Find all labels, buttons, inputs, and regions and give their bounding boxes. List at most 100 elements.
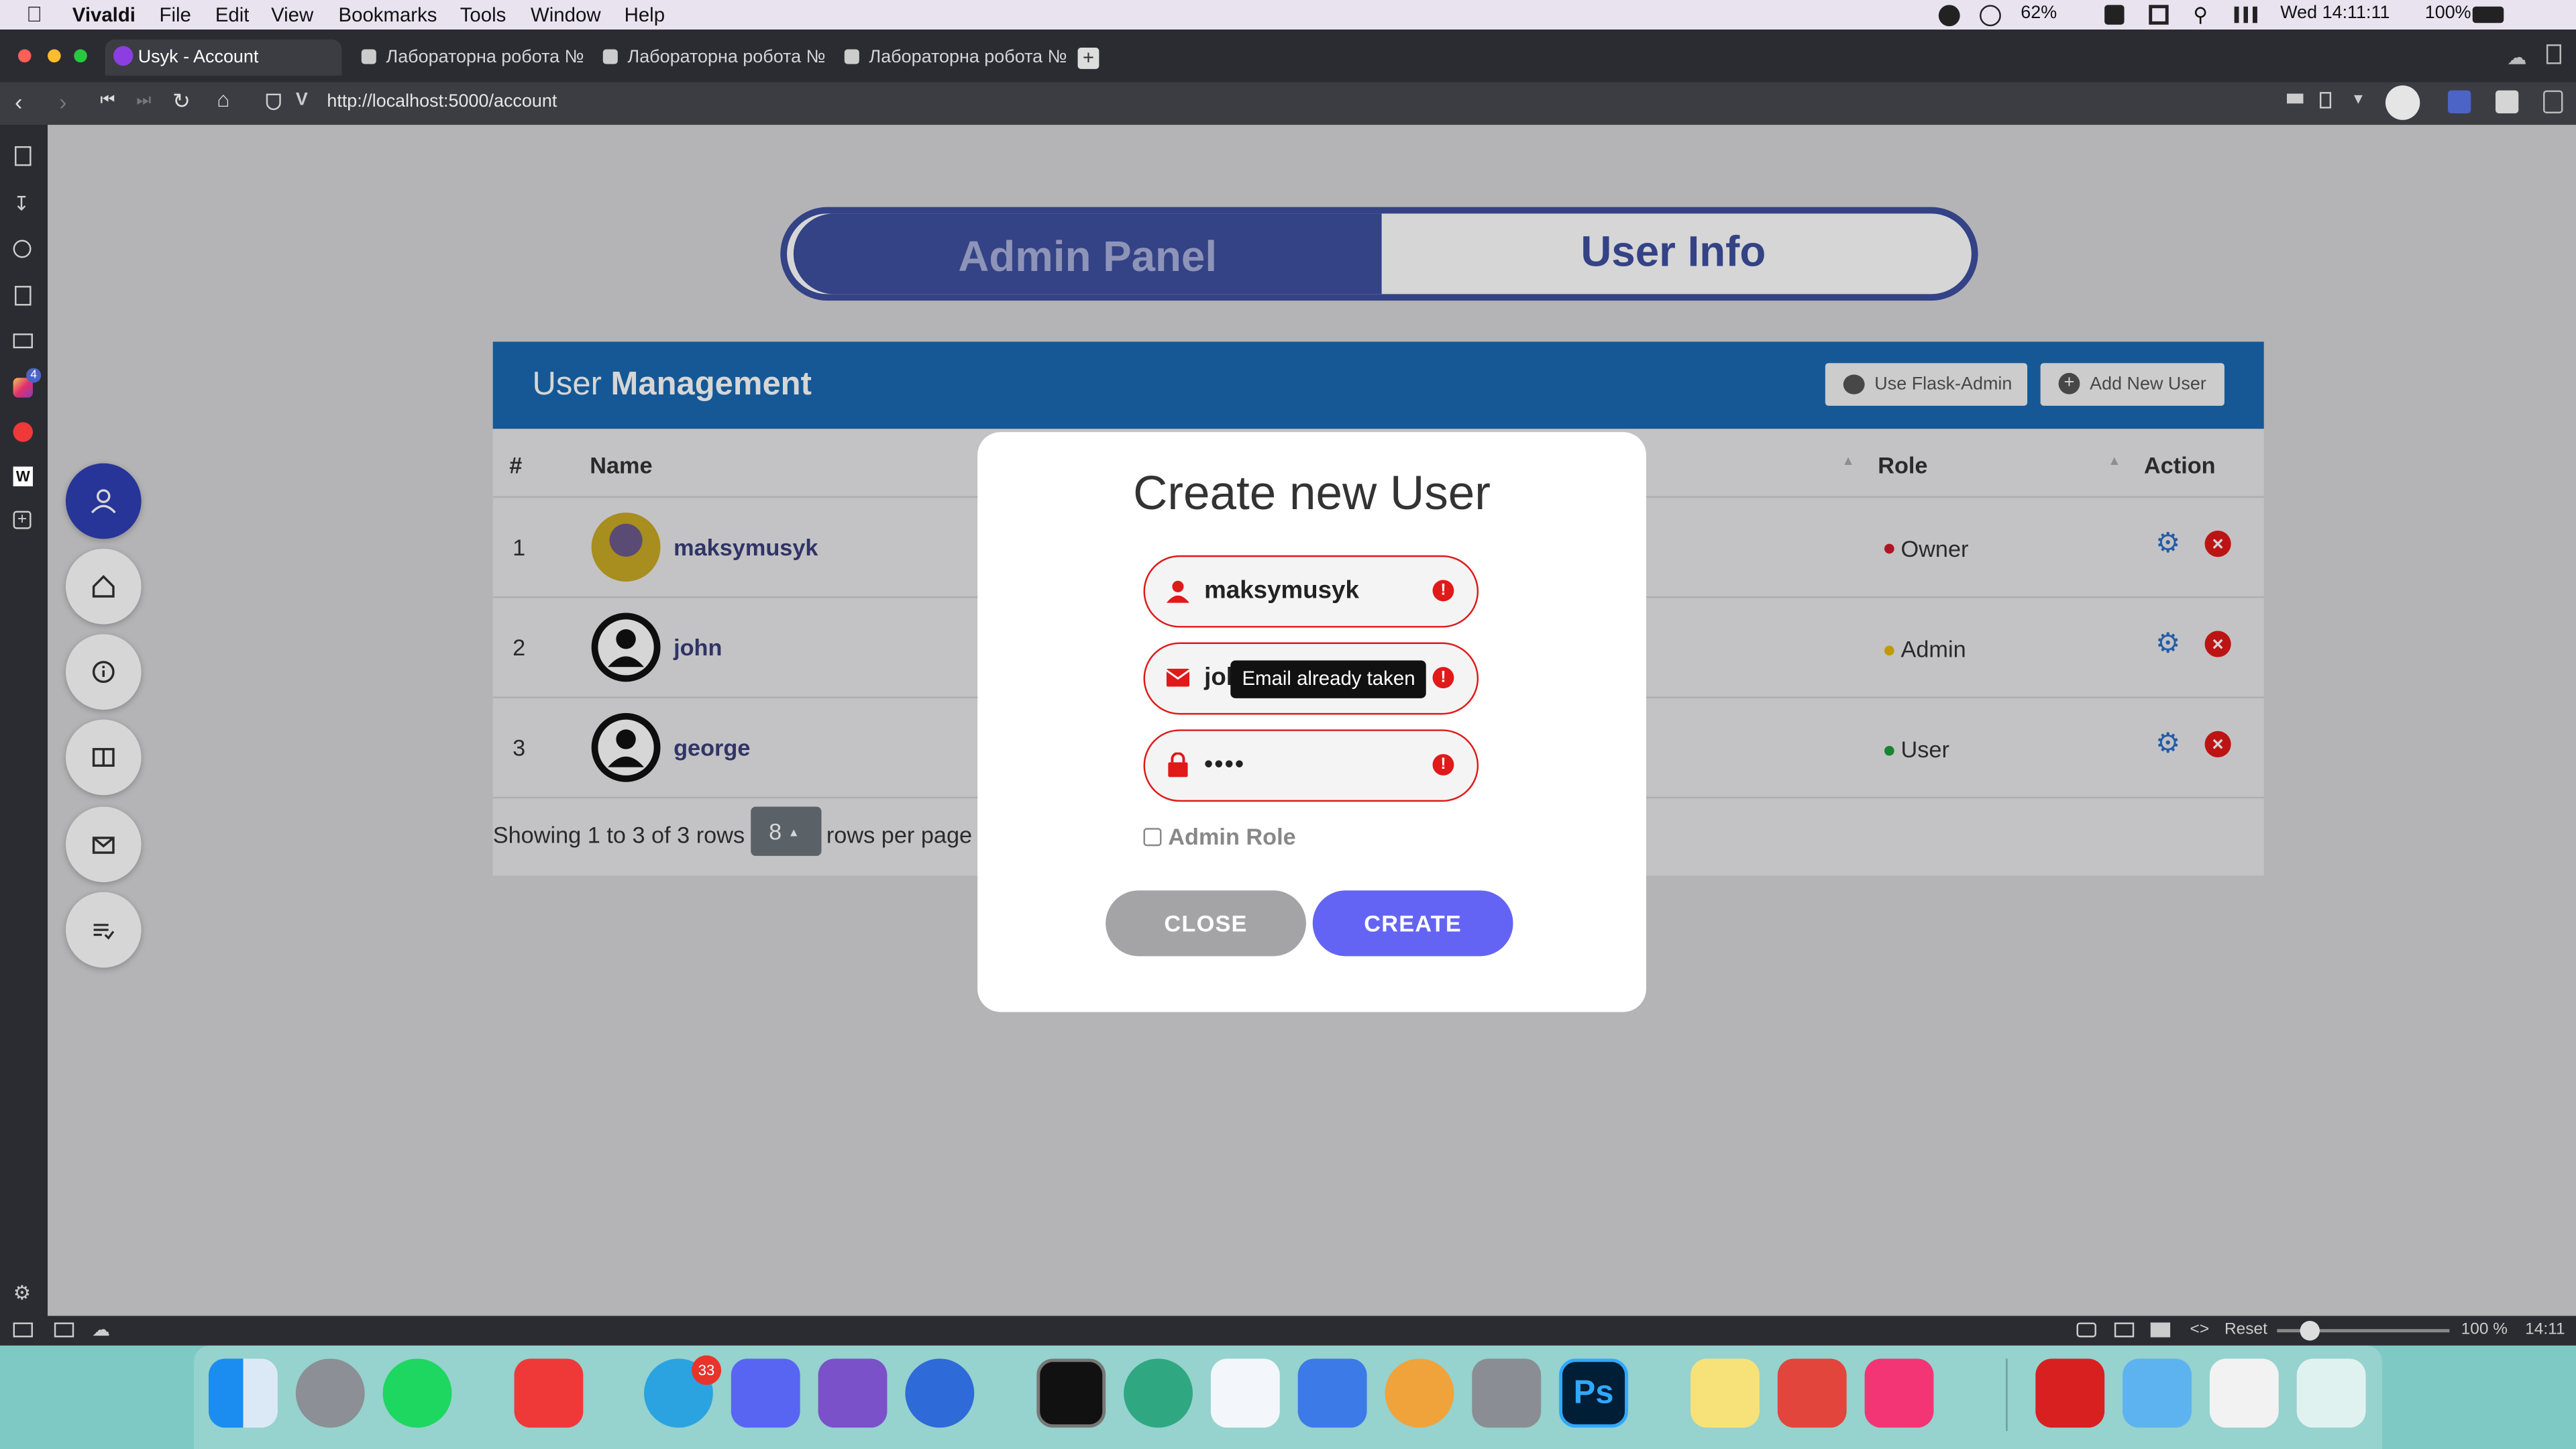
menu-tools[interactable]: Tools [460, 3, 506, 26]
extension-icon[interactable] [2496, 90, 2519, 113]
finder-icon[interactable] [209, 1358, 278, 1428]
history-panel-icon[interactable] [13, 239, 32, 258]
spotlight-icon[interactable]: ⚲ [2193, 3, 2208, 26]
camera-icon[interactable] [2076, 1322, 2096, 1338]
menu-window[interactable]: Window [531, 3, 601, 26]
monitor-app-icon[interactable] [1864, 1358, 1934, 1428]
window-icon[interactable] [2114, 1322, 2135, 1338]
modal-title: Create new User [1133, 468, 1491, 521]
minimize-window-icon[interactable] [48, 49, 61, 63]
back-icon[interactable]: ‹ [15, 89, 22, 115]
add-panel-icon[interactable]: + [13, 511, 32, 529]
code-icon[interactable]: <> [2190, 1321, 2210, 1339]
terminal-icon[interactable] [1036, 1358, 1106, 1428]
zoom-slider-thumb[interactable] [2300, 1320, 2320, 1341]
mac-menubar:  Vivaldi File Edit View Bookmarks Tools… [0, 0, 2576, 30]
bookmark-icon[interactable] [2319, 92, 2332, 109]
tile-icon[interactable] [54, 1322, 74, 1338]
vivaldi-v-icon[interactable]: V [296, 91, 308, 110]
shield-icon[interactable] [266, 93, 281, 111]
cloud-icon[interactable]: ☁ [92, 1320, 110, 1340]
sync-icon[interactable] [1980, 5, 2001, 27]
menubar-clock[interactable]: Wed 14:11:11 [2280, 3, 2390, 23]
close-button[interactable]: CLOSE [1106, 890, 1306, 957]
create-button[interactable]: CREATE [1312, 890, 1513, 957]
xcode-icon[interactable] [1297, 1358, 1367, 1428]
admin-role-checkbox[interactable] [1143, 828, 1162, 847]
reload-icon[interactable]: ↻ [172, 89, 191, 115]
translate-icon[interactable] [2448, 90, 2471, 113]
notes-panel-icon[interactable] [15, 286, 32, 306]
panel-icon[interactable] [13, 1322, 33, 1338]
menu-app-name[interactable]: Vivaldi [72, 3, 136, 26]
vscode-icon[interactable] [1210, 1358, 1280, 1428]
panel-toggle-icon[interactable] [2543, 90, 2563, 113]
status-app-icon[interactable] [1938, 5, 1960, 27]
tab-label: Лабораторна робота №1 [627, 48, 825, 68]
window-panel-icon[interactable] [13, 333, 33, 349]
vivaldi-panel-icon[interactable] [13, 422, 33, 442]
mac-dock: 33 Ps [0, 1345, 2576, 1449]
zip-file-icon[interactable] [2209, 1358, 2279, 1428]
photoshop-icon[interactable]: Ps [1559, 1358, 1628, 1428]
tab-lab-2[interactable]: Лабораторна робота №1 [595, 40, 825, 76]
bookmarks-panel-icon[interactable] [15, 146, 32, 166]
settings-gear-icon[interactable]: ⚙ [13, 1281, 31, 1304]
username-field[interactable]: maksymusyk ! [1143, 555, 1479, 628]
wikipedia-panel-icon[interactable]: W [13, 466, 33, 486]
dropdown-icon[interactable]: ▼ [2351, 91, 2366, 107]
cloud-sync-icon[interactable]: ☁ [2507, 46, 2526, 69]
rewind-icon[interactable]: ⏮ [100, 92, 115, 110]
admin-role-label[interactable]: Admin Role [1168, 823, 1295, 849]
menu-edit[interactable]: Edit [215, 3, 250, 26]
tab-label: Лабораторна робота №1 [869, 48, 1067, 68]
database-icon[interactable] [1472, 1358, 1542, 1428]
tab-lab-1[interactable]: Лабораторна робота №1 [354, 40, 583, 76]
trash-icon[interactable] [2546, 44, 2561, 64]
password-field[interactable]: •••• ! [1143, 729, 1479, 802]
notes-icon[interactable] [1690, 1358, 1760, 1428]
error-icon: ! [1432, 667, 1454, 689]
key-icon[interactable] [2287, 93, 2304, 104]
transmit-icon[interactable] [1385, 1358, 1454, 1428]
tab-favicon-icon [602, 49, 618, 64]
menu-file[interactable]: File [160, 3, 191, 26]
browser-addressbar: ‹ › ⏮ ⏭ ↻ ⌂ V http://localhost:5000/acco… [0, 82, 2576, 125]
image-icon[interactable] [2150, 1322, 2171, 1338]
menu-view[interactable]: View [271, 3, 313, 26]
profile-avatar-icon[interactable] [2385, 85, 2420, 120]
close-window-icon[interactable] [17, 49, 32, 63]
apple-icon[interactable]:  [26, 1, 42, 26]
username-value: maksymusyk [1204, 576, 1359, 605]
home-icon[interactable]: ⌂ [217, 87, 229, 112]
atom-icon[interactable] [1124, 1358, 1193, 1428]
window-layout-icon[interactable] [2149, 5, 2169, 25]
launchpad-icon[interactable] [295, 1358, 365, 1428]
battery-icon[interactable] [2472, 6, 2504, 23]
menu-bookmarks[interactable]: Bookmarks [338, 3, 437, 26]
tab-lab-3[interactable]: Лабораторна робота №1 [837, 40, 1067, 76]
folder-icon[interactable] [2123, 1358, 2192, 1428]
spark-mail-icon[interactable] [905, 1358, 975, 1428]
url-field[interactable]: http://localhost:5000/account [327, 92, 557, 111]
tab-favicon-icon [361, 49, 376, 64]
spotify-icon[interactable] [382, 1358, 452, 1428]
forward-icon[interactable]: › [59, 89, 66, 115]
fast-forward-icon[interactable]: ⏭ [136, 92, 151, 110]
vivaldi-icon[interactable] [514, 1358, 584, 1428]
error-tooltip: Email already taken [1230, 660, 1427, 698]
downloads-panel-icon[interactable]: ↧ [13, 193, 30, 215]
menu-help[interactable]: Help [625, 3, 665, 26]
discord-icon[interactable] [731, 1358, 800, 1428]
keyboard-input-icon[interactable] [2104, 5, 2125, 25]
email-value: jol [1204, 663, 1233, 692]
viber-icon[interactable] [818, 1358, 888, 1428]
creative-cloud-icon[interactable] [2035, 1358, 2105, 1428]
zoom-window-icon[interactable] [74, 49, 87, 63]
create-user-modal: Create new User maksymusyk ! jol ! Email… [977, 432, 1646, 1012]
tab-account[interactable]: Usyk - Account [105, 39, 342, 76]
new-tab-icon[interactable]: + [1077, 48, 1099, 69]
zoom-reset-button[interactable]: Reset [2224, 1321, 2267, 1339]
trash-bin-icon[interactable] [2296, 1358, 2366, 1428]
todoist-icon[interactable] [1777, 1358, 1847, 1428]
